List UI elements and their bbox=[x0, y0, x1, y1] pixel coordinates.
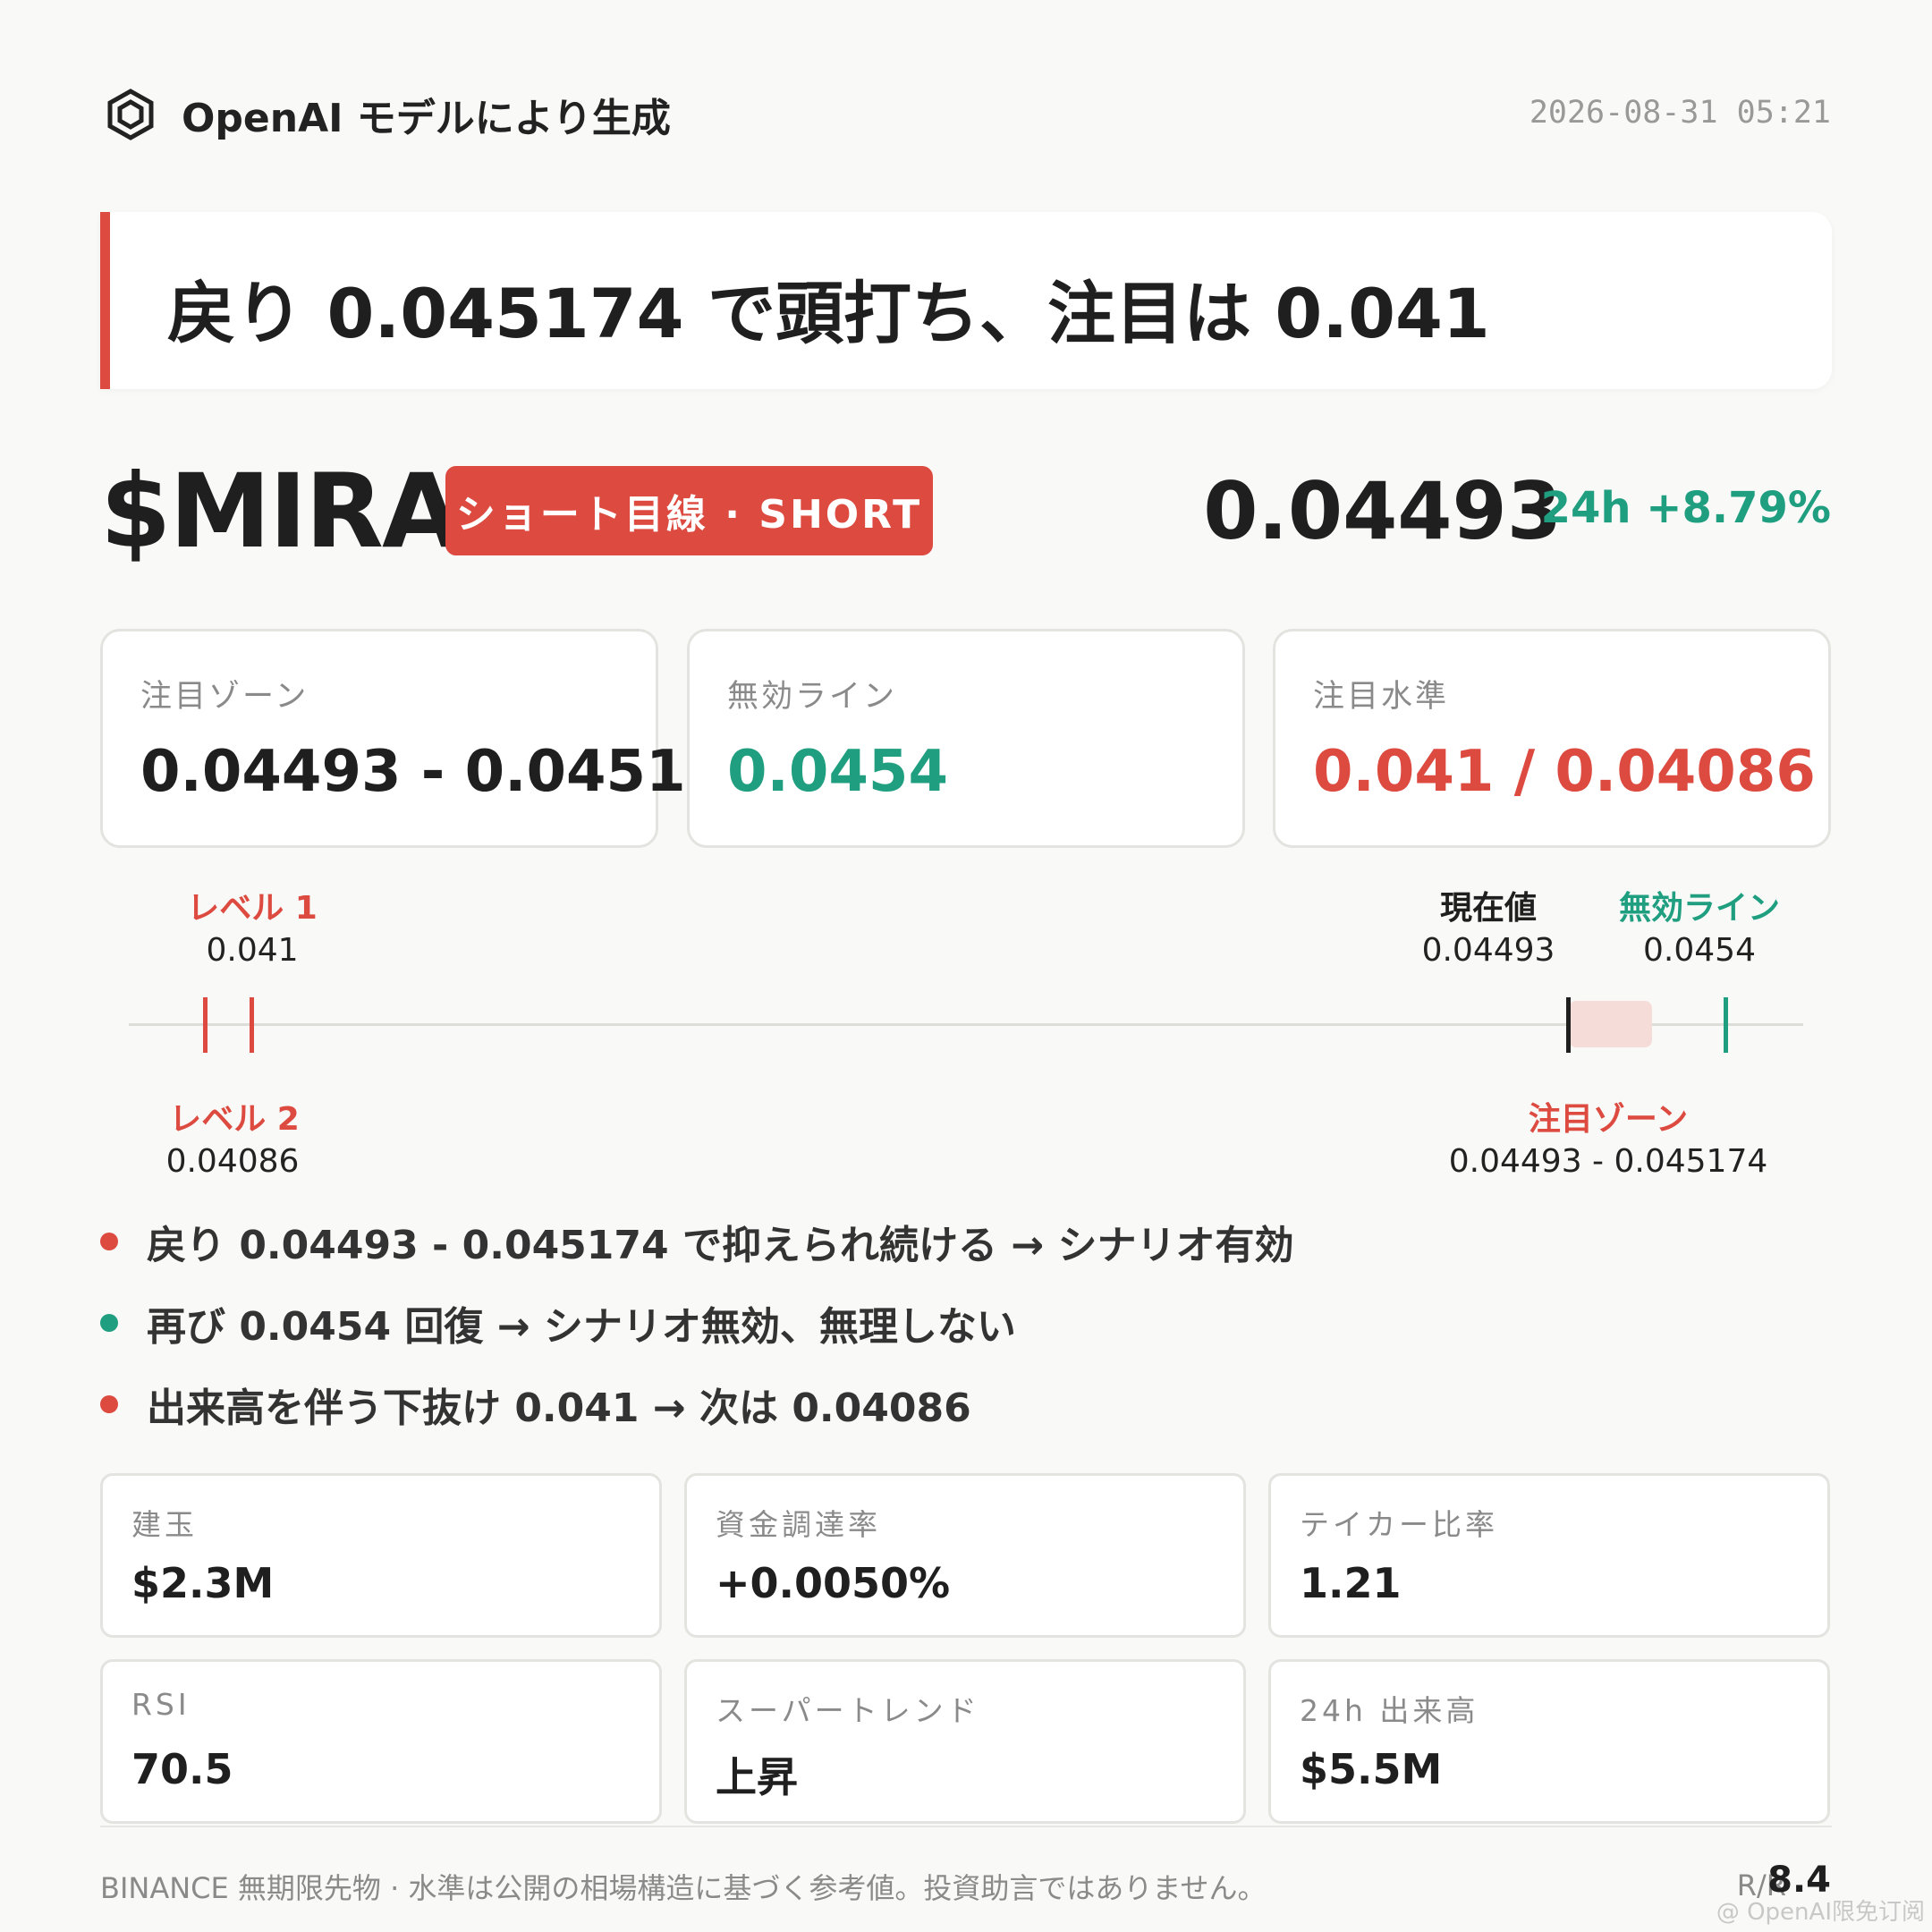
stat-value: 1.21 bbox=[1300, 1559, 1402, 1607]
zone-value: 0.04493 - 0.045174 bbox=[1448, 1143, 1768, 1180]
current-value: 0.04493 bbox=[1421, 932, 1555, 969]
stat-label: 24h 出来高 bbox=[1300, 1693, 1479, 1728]
level-card-label: 注目水準 bbox=[1313, 679, 1450, 715]
stat-label: RSI bbox=[131, 1687, 191, 1722]
scenario-item: 再び 0.0454 回復 → シナリオ無効、無理しない bbox=[100, 1294, 1016, 1352]
level-card-targets: 注目水準 0.041 / 0.04086 bbox=[1273, 629, 1831, 848]
zone-label: 注目ゾーン bbox=[1528, 1101, 1689, 1138]
zone-band bbox=[1569, 1001, 1652, 1047]
current-price: 0.04493 bbox=[1203, 465, 1562, 557]
watermark: @ OpenAI限免订阅 bbox=[1716, 1899, 1925, 1926]
direction-badge: ショート目線 · SHORT bbox=[445, 466, 933, 555]
hexagon-logo-icon bbox=[107, 89, 154, 140]
stat-card-taker-ratio: テイカー比率 1.21 bbox=[1268, 1473, 1830, 1638]
stat-card-rsi: RSI 70.5 bbox=[100, 1659, 662, 1824]
level-card-value: 0.0454 bbox=[727, 739, 948, 805]
level1-value: 0.041 bbox=[206, 932, 299, 969]
level-card-value: 0.04493 - 0.045174 bbox=[140, 739, 766, 805]
stat-card-volume-24h: 24h 出来高 $5.5M bbox=[1268, 1659, 1830, 1824]
timestamp: 2026-08-31 05:21 bbox=[1529, 95, 1831, 131]
footer-disclaimer: BINANCE 無期限先物 · 水準は公開の相場構造に基づく参考値。投資助言では… bbox=[100, 1871, 1267, 1905]
green-dot-icon bbox=[100, 1314, 118, 1332]
level-card-label: 無効ライン bbox=[727, 679, 898, 715]
stat-label: 建玉 bbox=[131, 1507, 198, 1542]
stat-value: 70.5 bbox=[131, 1745, 233, 1793]
stat-value: +0.0050% bbox=[716, 1559, 951, 1607]
stat-card-open-interest: 建玉 $2.3M bbox=[100, 1473, 662, 1638]
change-24h: 24h +8.79% bbox=[1540, 483, 1831, 533]
stat-label: スーパートレンド bbox=[716, 1693, 980, 1728]
number-line-axis bbox=[129, 1023, 1803, 1026]
headline-card: 戻り 0.045174 で頭打ち、注目は 0.041 bbox=[100, 212, 1832, 389]
level1-label: レベル 1 bbox=[187, 890, 318, 927]
footer-divider bbox=[100, 1826, 1832, 1827]
scenario-item: 出来高を伴う下抜け 0.041 → 次は 0.04086 bbox=[100, 1376, 971, 1433]
ticker-symbol: $MIRA bbox=[100, 452, 461, 571]
stat-value: $5.5M bbox=[1300, 1745, 1443, 1793]
stat-label: テイカー比率 bbox=[1300, 1507, 1498, 1542]
level1-tick bbox=[250, 997, 254, 1053]
level-card-value: 0.041 / 0.04086 bbox=[1313, 739, 1816, 805]
brand-label: OpenAI モデルにより生成 bbox=[182, 96, 671, 141]
stat-value: 上昇 bbox=[716, 1753, 798, 1801]
price-number-line: レベル 1 0.041 現在値 0.04493 無効ライン 0.0454 レベル… bbox=[0, 868, 1932, 1190]
invalid-tick bbox=[1724, 997, 1728, 1053]
level2-value: 0.04086 bbox=[165, 1143, 300, 1180]
red-dot-icon bbox=[100, 1233, 118, 1250]
stat-card-supertrend: スーパートレンド 上昇 bbox=[684, 1659, 1246, 1824]
level-card-label: 注目ゾーン bbox=[140, 679, 309, 715]
headline-text: 戻り 0.045174 で頭打ち、注目は 0.041 bbox=[167, 274, 1490, 353]
stat-label: 資金調達率 bbox=[716, 1507, 881, 1542]
level2-label: レベル 2 bbox=[169, 1101, 300, 1138]
current-label: 現在値 bbox=[1439, 890, 1538, 927]
scenario-text: 再び 0.0454 回復 → シナリオ無効、無理しない bbox=[147, 1304, 1016, 1350]
level-card-invalid: 無効ライン 0.0454 bbox=[687, 629, 1245, 848]
scenario-text: 出来高を伴う下抜け 0.041 → 次は 0.04086 bbox=[147, 1385, 971, 1431]
invalid-value: 0.0454 bbox=[1643, 932, 1756, 969]
stat-card-funding-rate: 資金調達率 +0.0050% bbox=[684, 1473, 1246, 1638]
scenario-text: 戻り 0.04493 - 0.045174 で抑えられ続ける → シナリオ有効 bbox=[147, 1223, 1294, 1268]
red-dot-icon bbox=[100, 1395, 118, 1413]
scenario-item: 戻り 0.04493 - 0.045174 で抑えられ続ける → シナリオ有効 bbox=[100, 1213, 1293, 1270]
invalid-label: 無効ライン bbox=[1618, 890, 1781, 927]
stat-value: $2.3M bbox=[131, 1559, 275, 1607]
level-card-zone: 注目ゾーン 0.04493 - 0.045174 bbox=[100, 629, 766, 848]
level2-tick bbox=[203, 997, 208, 1053]
current-tick bbox=[1566, 997, 1571, 1053]
